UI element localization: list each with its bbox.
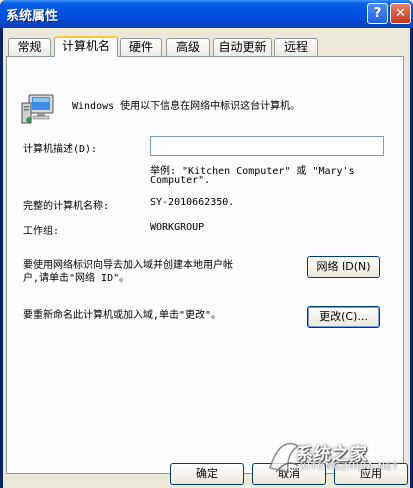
network-id-text-line2: 户,请单击"网络 ID"。: [23, 273, 130, 284]
system-properties-window: 系统属性 ? ✕ 常规 计算机名 硬件 高级 自动更新 远程 Windows 使…: [0, 0, 413, 488]
tab-remote[interactable]: 远程: [274, 38, 318, 56]
full-name-value: SY-2010662350.: [150, 197, 235, 208]
computer-description-input[interactable]: [150, 136, 384, 156]
tab-hardware[interactable]: 硬件: [120, 38, 162, 56]
full-name-label: 完整的计算机名称:: [23, 201, 110, 212]
help-button[interactable]: ?: [367, 3, 388, 24]
window-title: 系统属性: [6, 9, 59, 24]
rename-text: 要重新命名此计算机或加入域,单击"更改"。: [23, 310, 222, 321]
dialog-body: 常规 计算机名 硬件 高级 自动更新 远程 Windows 使用以下信息在网络中…: [3, 28, 410, 488]
computer-name-panel: Windows 使用以下信息在网络中标识这台计算机。 计算机描述(D): 举例:…: [6, 56, 404, 474]
close-button[interactable]: ✕: [390, 3, 411, 24]
watermark-url: XITONGZHIJIA.NET: [300, 462, 399, 472]
network-id-button[interactable]: 网络 ID(N): [307, 256, 380, 278]
tab-advanced[interactable]: 高级: [166, 38, 210, 56]
workgroup-value: WORKGROUP: [150, 222, 205, 233]
workgroup-label: 工作组:: [23, 226, 60, 237]
description-label: 计算机描述(D):: [23, 144, 98, 155]
computer-icon: [21, 94, 54, 124]
example-text-line2: Computer".: [150, 175, 211, 186]
tab-computer-name[interactable]: 计算机名: [54, 36, 118, 57]
ok-button[interactable]: 确定: [170, 463, 244, 485]
title-bar[interactable]: 系统属性 ? ✕: [0, 0, 413, 28]
intro-text: Windows 使用以下信息在网络中标识这台计算机。: [72, 101, 301, 112]
tab-general[interactable]: 常规: [8, 38, 51, 56]
tab-automatic-updates[interactable]: 自动更新: [213, 38, 272, 56]
change-button[interactable]: 更改(C)...: [307, 306, 380, 328]
